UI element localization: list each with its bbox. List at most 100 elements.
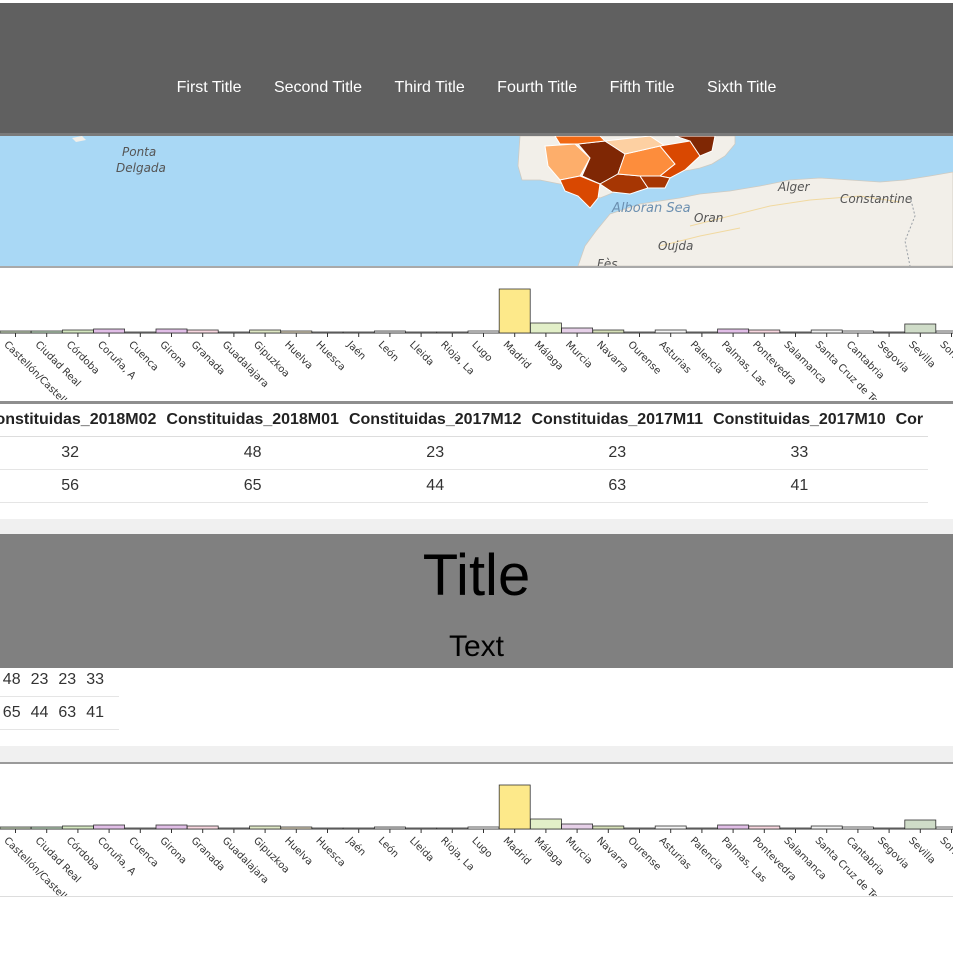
bar[interactable] xyxy=(62,825,94,830)
bar[interactable] xyxy=(779,827,812,830)
x-tick-label: Soria xyxy=(937,339,953,365)
bar[interactable] xyxy=(0,826,32,830)
x-tick-label: Jaén xyxy=(344,834,368,858)
bar[interactable] xyxy=(717,824,749,830)
nav-item-second[interactable]: Second Title xyxy=(274,79,362,96)
column-header[interactable]: Constituidas_2018M01 xyxy=(161,404,344,437)
bar[interactable] xyxy=(686,331,718,334)
column-header[interactable]: Cor xyxy=(890,404,929,437)
nav-item-fourth[interactable]: Fourth Title xyxy=(497,79,577,96)
bar[interactable] xyxy=(530,818,562,830)
bar[interactable] xyxy=(249,329,282,334)
bar[interactable] xyxy=(530,322,562,334)
bar[interactable] xyxy=(124,331,157,334)
bar[interactable] xyxy=(405,827,438,830)
x-tick-label: Sevilla xyxy=(906,339,937,370)
table-cell xyxy=(890,469,929,503)
table-cell: 63 xyxy=(526,469,709,503)
bar[interactable] xyxy=(467,826,500,830)
bar[interactable] xyxy=(686,827,718,830)
bar[interactable] xyxy=(311,827,344,830)
table-cell: 23 xyxy=(526,436,709,470)
bar[interactable] xyxy=(249,825,282,830)
data-table-body: 32 48 23 23 33 56 65 44 63 41 xyxy=(0,664,119,730)
x-tick-label: Huesca xyxy=(313,835,347,869)
bar[interactable] xyxy=(373,826,406,830)
bar[interactable] xyxy=(186,825,219,830)
x-tick-label: Navarra xyxy=(594,339,630,375)
table-cell: 63 xyxy=(53,696,82,730)
bar[interactable] xyxy=(561,327,593,334)
hero-text: Text xyxy=(448,630,505,663)
bar[interactable] xyxy=(654,329,687,334)
bar[interactable] xyxy=(93,328,125,334)
column-header[interactable]: Constituidas_2017M11 xyxy=(526,404,709,437)
column-header[interactable]: Constituidas_2018M02 xyxy=(0,404,162,437)
map-canvas[interactable]: Ponta Delgada Alboran Sea Oran Alger Con… xyxy=(0,136,953,266)
bar[interactable] xyxy=(842,826,874,830)
bar[interactable] xyxy=(30,330,63,334)
bar[interactable] xyxy=(935,826,953,830)
bar[interactable] xyxy=(467,330,500,334)
map-label-oran: Oran xyxy=(694,211,723,225)
bar[interactable] xyxy=(623,331,656,334)
bar[interactable] xyxy=(186,329,219,334)
bar[interactable] xyxy=(30,826,63,830)
bar[interactable] xyxy=(873,331,905,334)
section-gap xyxy=(0,746,953,762)
bar[interactable] xyxy=(405,331,438,334)
bar[interactable] xyxy=(842,330,874,334)
bar[interactable] xyxy=(873,827,905,830)
bar[interactable] xyxy=(217,827,250,830)
bar[interactable] xyxy=(748,825,781,830)
x-tick-label: Sevilla xyxy=(906,835,937,866)
bar[interactable] xyxy=(561,823,593,830)
bar[interactable] xyxy=(124,827,157,830)
bar[interactable] xyxy=(748,329,781,334)
bar[interactable] xyxy=(342,331,375,334)
bar[interactable] xyxy=(904,323,937,334)
column-header[interactable]: Constituidas_2017M12 xyxy=(343,404,527,437)
x-tick-label: Asturias xyxy=(657,339,693,375)
choropleth-map[interactable]: Ponta Delgada Alboran Sea Oran Alger Con… xyxy=(0,136,953,268)
bar[interactable] xyxy=(717,328,749,334)
bar[interactable] xyxy=(0,330,32,334)
bar[interactable] xyxy=(342,827,375,830)
bar[interactable] xyxy=(498,784,531,830)
bar[interactable] xyxy=(498,288,531,334)
bar[interactable] xyxy=(935,330,953,334)
bar[interactable] xyxy=(592,825,625,830)
bar[interactable] xyxy=(654,825,687,830)
bar[interactable] xyxy=(280,826,313,830)
x-tick-label: Lleida xyxy=(407,835,436,864)
bar[interactable] xyxy=(810,329,843,334)
nav-item-first[interactable]: First Title xyxy=(177,79,242,96)
bar[interactable] xyxy=(436,331,469,334)
bar[interactable] xyxy=(62,329,94,334)
bar[interactable] xyxy=(436,827,469,830)
bar[interactable] xyxy=(779,331,812,334)
bar[interactable] xyxy=(904,819,937,830)
bar[interactable] xyxy=(93,824,125,830)
bar[interactable] xyxy=(623,827,656,830)
bar[interactable] xyxy=(810,825,843,830)
nav-item-fifth[interactable]: Fifth Title xyxy=(610,79,675,96)
bar[interactable] xyxy=(280,330,313,334)
bar[interactable] xyxy=(311,331,344,334)
x-tick-label: Málaga xyxy=(532,339,566,373)
table-header-row: 3 Constituidas_2018M02 Constituidas_2018… xyxy=(0,404,929,437)
nav-item-third[interactable]: Third Title xyxy=(394,79,464,96)
table-cell: 33 xyxy=(708,436,891,470)
bar[interactable] xyxy=(217,331,250,334)
bar[interactable] xyxy=(155,824,188,830)
bar[interactable] xyxy=(592,329,625,334)
bar[interactable] xyxy=(373,330,406,334)
map-island xyxy=(72,136,86,142)
column-header[interactable]: Constituidas_2017M10 xyxy=(708,404,891,437)
bar[interactable] xyxy=(155,328,188,334)
x-tick-label: Murcia xyxy=(563,339,594,370)
top-nav: First Title Second Title Third Title Fou… xyxy=(0,79,953,97)
map-label-constantine: Constantine xyxy=(840,192,912,206)
nav-item-sixth[interactable]: Sixth Title xyxy=(707,79,776,96)
x-tick-label: Lugo xyxy=(469,835,494,860)
